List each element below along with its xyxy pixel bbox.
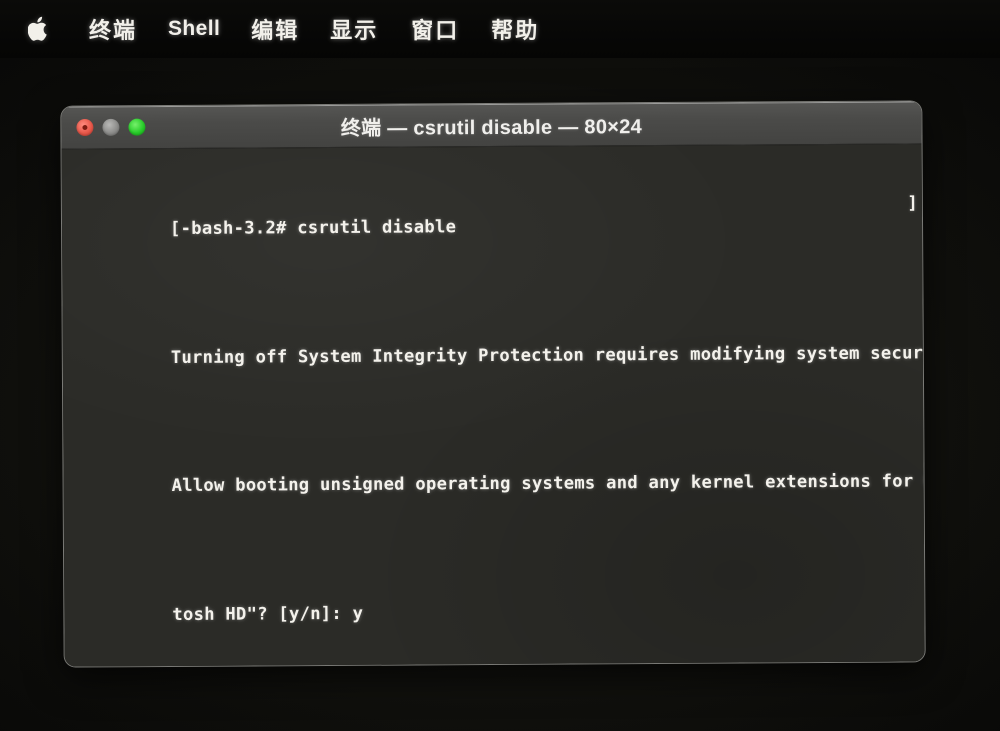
minimize-button[interactable] — [102, 118, 120, 136]
terminal-line-text: Turning off System Integrity Protection … — [170, 342, 925, 368]
menu-item-help[interactable]: 帮助 — [491, 13, 539, 45]
menu-item-edit[interactable]: 编辑 — [251, 13, 299, 45]
apple-logo-icon[interactable] — [26, 14, 52, 44]
traffic-lights — [76, 118, 146, 137]
menu-bar: 终端 Shell 编辑 显示 窗口 帮助 — [0, 0, 1000, 58]
terminal-line: [-bash-3.2# csrutil disable ] — [64, 193, 923, 284]
terminal-window[interactable]: 终端 — csrutil disable — 80×24 [-bash-3.2#… — [61, 101, 925, 667]
terminal-line-text: tosh HD"? [y/n]: y — [172, 603, 364, 625]
terminal-text: [-bash-3.2# csrutil disable ] Turning of… — [62, 150, 925, 666]
menu-item-view[interactable]: 显示 — [330, 13, 378, 45]
zoom-button[interactable] — [128, 118, 146, 136]
terminal-edge-bracket: ] — [907, 193, 918, 214]
menu-item-terminal[interactable]: 终端 — [89, 13, 137, 45]
terminal-line: tosh HD"? [y/n]: y — [66, 578, 924, 666]
window-titlebar[interactable]: 终端 — csrutil disable — 80×24 — [61, 101, 922, 150]
close-button[interactable] — [76, 118, 94, 137]
terminal-line-text: Allow booting unsigned operating systems… — [171, 471, 925, 497]
menu-item-window[interactable]: 窗口 — [411, 13, 459, 45]
terminal-line-text: [-bash-3.2# csrutil disable — [169, 217, 457, 240]
terminal-line: Allow booting unsigned operating systems… — [65, 450, 925, 541]
terminal-line: Turning off System Integrity Protection … — [65, 322, 925, 413]
desktop-background: 终端 Shell 编辑 显示 窗口 帮助 终端 — csrutil disabl… — [0, 0, 1000, 731]
menu-item-shell[interactable]: Shell — [168, 17, 220, 41]
terminal-output-area[interactable]: [-bash-3.2# csrutil disable ] Turning of… — [61, 144, 925, 667]
window-title: 终端 — csrutil disable — 80×24 — [340, 115, 643, 140]
